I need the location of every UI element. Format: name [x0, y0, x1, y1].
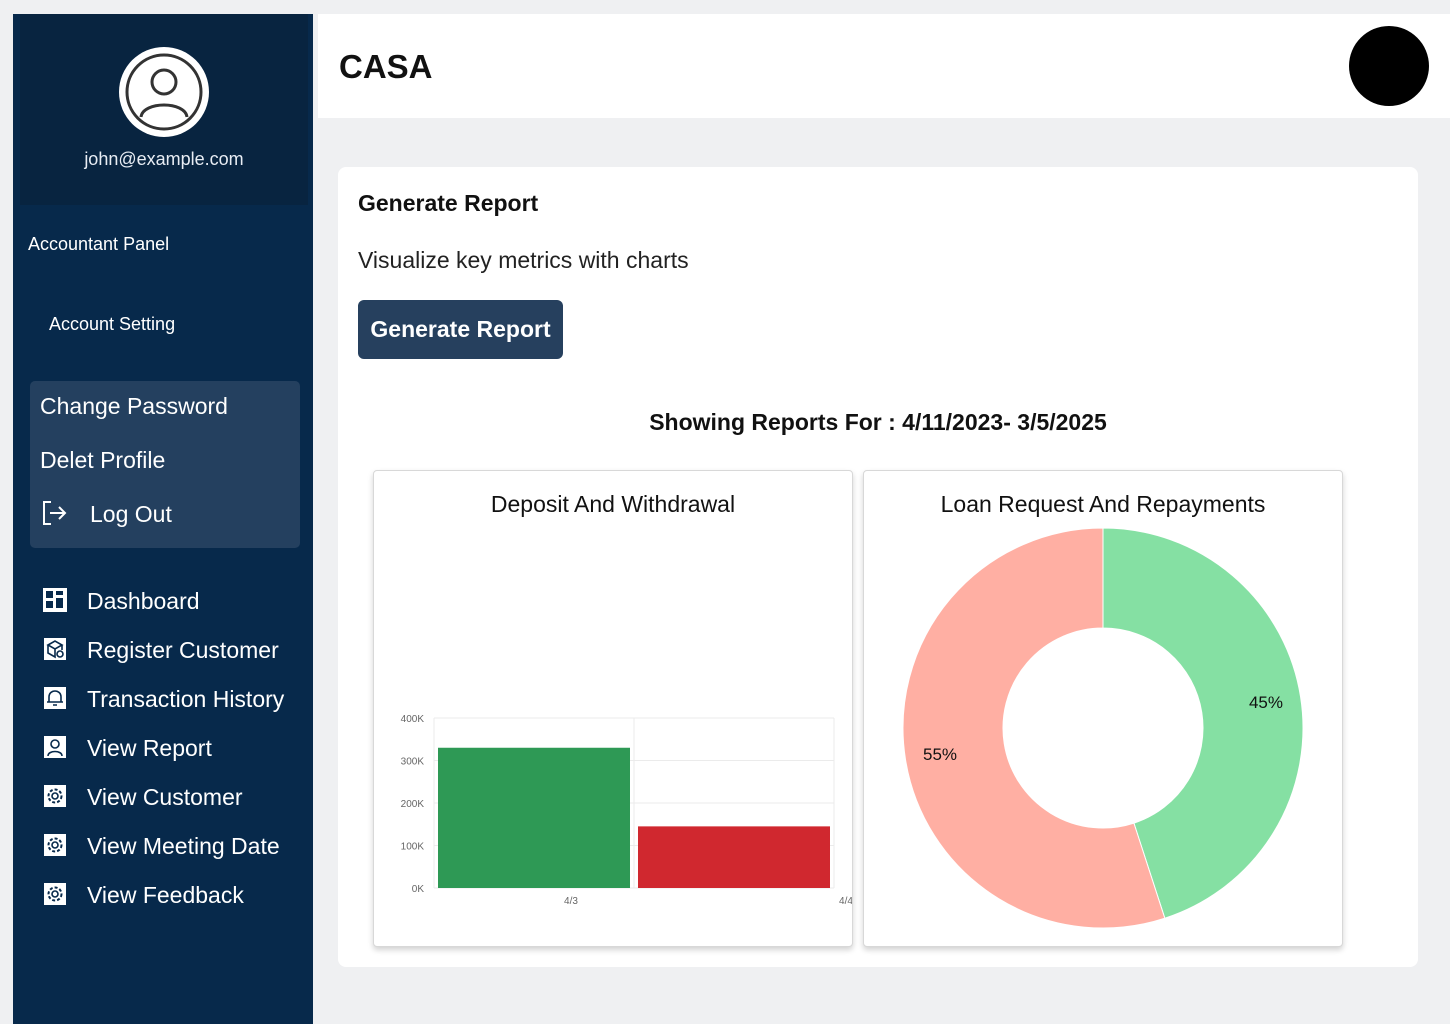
user-menu-avatar[interactable]	[1349, 26, 1429, 106]
slice-label: 55%	[923, 745, 957, 764]
bell-icon	[44, 687, 66, 709]
card-subtitle: Visualize key metrics with charts	[358, 247, 689, 273]
panel-title: Accountant Panel	[28, 234, 170, 254]
profile-section: john@example.com	[20, 14, 308, 205]
account-submenu: Change Password Delet Profile Log Out	[30, 381, 300, 548]
card-title: Generate Report	[358, 190, 539, 216]
nav-label: View Report	[87, 735, 212, 761]
deposit-withdrawal-chart: Deposit And Withdrawal 0K 100K 200K 300K 400…	[373, 470, 853, 947]
y-tick-label: 100K	[401, 842, 425, 853]
logout-link[interactable]: Log Out	[90, 501, 172, 528]
nav-label: Transaction History	[87, 686, 285, 712]
gear-icon	[44, 785, 66, 807]
app-title: CASA	[339, 48, 433, 85]
user-email: john@example.com	[84, 149, 244, 169]
logout-icon[interactable]	[40, 499, 68, 527]
donut-chart-svg: 45% 55%	[902, 527, 1304, 929]
avatar[interactable]	[119, 47, 209, 137]
change-password-link[interactable]: Change Password	[40, 393, 228, 420]
gear-icon	[44, 834, 66, 856]
register-customer-icon	[44, 638, 66, 660]
x-tick-label: 4/3	[564, 896, 578, 907]
account-setting-link[interactable]: Account Setting	[49, 314, 175, 335]
nav-transaction-history[interactable]: Transaction History	[43, 684, 308, 716]
bar-chart-svg: 0K 100K 200K 300K 400K 4/3 4/4	[401, 714, 852, 907]
y-tick-label: 400K	[401, 714, 425, 725]
delete-profile-link[interactable]: Delet Profile	[40, 447, 165, 474]
nav-register-customer[interactable]: Register Customer	[43, 635, 308, 667]
top-bar: CASA	[318, 14, 1450, 118]
generate-report-button[interactable]: Generate Report	[358, 300, 563, 359]
y-tick-label: 300K	[401, 757, 425, 768]
report-card: Generate Report Visualize key metrics wi…	[338, 167, 1418, 967]
y-tick-label: 0K	[412, 884, 425, 895]
bar[interactable]	[638, 826, 830, 888]
user-avatar-icon	[125, 53, 203, 131]
nav-label: Register Customer	[87, 637, 279, 663]
y-tick-label: 200K	[401, 799, 425, 810]
x-tick-label: 4/4	[839, 896, 852, 907]
nav-label: Dashboard	[87, 588, 200, 614]
nav-view-meeting-date[interactable]: View Meeting Date	[43, 831, 308, 863]
slice-label: 45%	[1249, 693, 1283, 712]
nav-view-report[interactable]: View Report	[43, 733, 308, 765]
loan-repayment-chart: Loan Request And Repayments 45% 55%	[863, 470, 1343, 947]
nav-label: View Customer	[87, 784, 243, 810]
nav-view-customer[interactable]: View Customer	[43, 782, 308, 814]
nav-label: View Meeting Date	[87, 833, 280, 859]
bar[interactable]	[438, 747, 630, 888]
dashboard-icon	[43, 588, 67, 612]
nav-label: View Feedback	[87, 882, 244, 908]
nav-view-feedback[interactable]: View Feedback	[43, 880, 308, 912]
user-icon	[44, 736, 66, 758]
report-date-range: Showing Reports For : 4/11/2023- 3/5/202…	[649, 409, 1107, 435]
sidebar: john@example.com Accountant Panel Accoun…	[13, 14, 313, 1024]
nav-dashboard[interactable]: Dashboard	[43, 586, 308, 618]
gear-icon	[44, 883, 66, 905]
